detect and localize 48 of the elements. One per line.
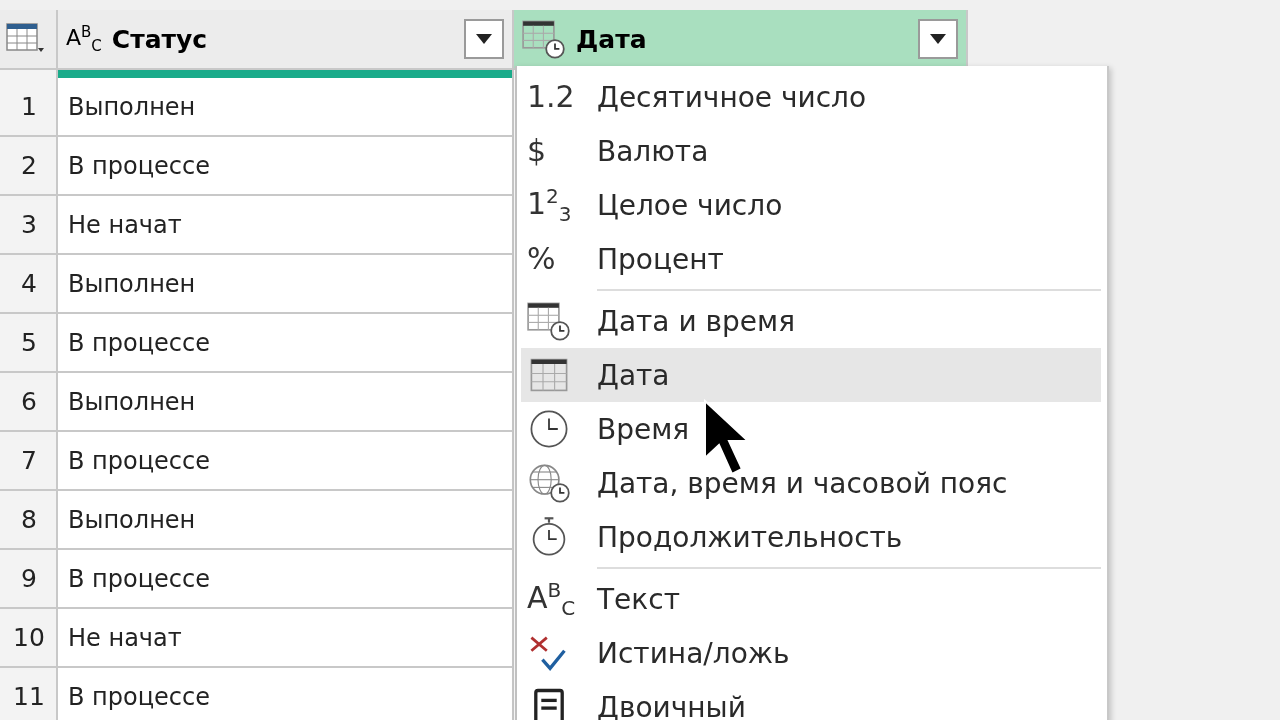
- globe-clock-icon: [527, 463, 571, 503]
- table-cell: Выполнен: [58, 491, 512, 550]
- row-number: 8: [0, 491, 56, 550]
- column-name: Статус: [111, 24, 209, 54]
- calendar-clock-icon: [527, 301, 571, 341]
- table-cell: В процессе: [58, 314, 512, 373]
- menu-item[interactable]: 1.2 Десятичное число: [521, 70, 1101, 124]
- menu-item[interactable]: Продолжительность: [521, 510, 1101, 564]
- table-cell: Выполнен: [58, 373, 512, 432]
- menu-item[interactable]: Дата, время и часовой пояс: [521, 456, 1101, 510]
- caret-icon: [476, 34, 492, 44]
- type-icon: %: [527, 244, 556, 274]
- table-cell: Не начат: [58, 196, 512, 255]
- type-icon: 1.2: [527, 82, 575, 112]
- menu-item[interactable]: Время: [521, 402, 1101, 456]
- caret-icon: [930, 34, 946, 44]
- table-cell: Выполнен: [58, 78, 512, 137]
- row-number: 10: [0, 609, 56, 668]
- row-number: 4: [0, 255, 56, 314]
- table-cell: В процессе: [58, 668, 512, 720]
- row-number: 11: [0, 668, 56, 720]
- table-cell: В процессе: [58, 550, 512, 609]
- menu-item[interactable]: Дата: [521, 348, 1101, 402]
- row-number: 7: [0, 432, 56, 491]
- table-cell: Выполнен: [58, 255, 512, 314]
- menu-item[interactable]: Истина/ложь: [521, 626, 1101, 680]
- dropdown-button[interactable]: [918, 19, 958, 59]
- menu-item[interactable]: Двоичный: [521, 680, 1101, 720]
- menu-item[interactable]: Дата и время: [521, 294, 1101, 348]
- row-number: 6: [0, 373, 56, 432]
- type-icon: $: [527, 136, 547, 166]
- column-header[interactable]: A$^{B}$$_{C}$ Статус: [58, 10, 512, 70]
- column-header[interactable]: Дата: [514, 10, 966, 70]
- row-number: 1: [0, 78, 56, 137]
- row-number: 2: [0, 137, 56, 196]
- menu-item[interactable]: A$^{B}$$_{C}$ Текст: [521, 572, 1101, 626]
- row-number: 3: [0, 196, 56, 255]
- table-cell: Не начат: [58, 609, 512, 668]
- row-number: 9: [0, 550, 56, 609]
- row-number: 5: [0, 314, 56, 373]
- menu-item[interactable]: 1$^{2}$$_{3}$ Целое число: [521, 178, 1101, 232]
- table-cell: В процессе: [58, 432, 512, 491]
- table-cell: В процессе: [58, 137, 512, 196]
- dropdown-button[interactable]: [464, 19, 504, 59]
- calendar-clock-icon: [522, 19, 566, 59]
- menu-item[interactable]: % Процент: [521, 232, 1101, 286]
- column-name: Дата: [576, 24, 648, 54]
- menu-item[interactable]: $ Валюта: [521, 124, 1101, 178]
